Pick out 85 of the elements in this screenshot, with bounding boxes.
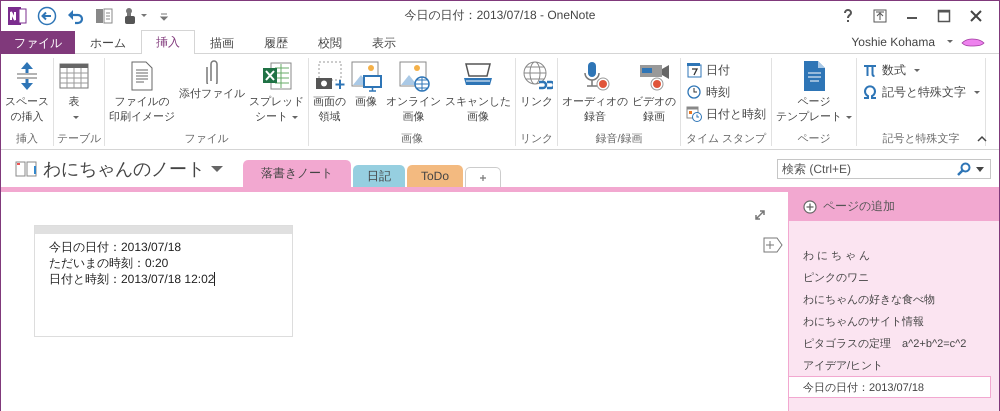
full-screen-icon[interactable] xyxy=(873,8,887,22)
ribbon-button[interactable]: オンライン 画像 xyxy=(385,58,442,131)
note-handle-bar[interactable] xyxy=(35,226,292,234)
caret-icon[interactable] xyxy=(947,40,953,43)
page-item[interactable]: わにちゃんの好きな食べ物 xyxy=(789,288,999,310)
ribbon-tab[interactable]: 挿入 xyxy=(141,30,195,54)
maximize-icon[interactable] xyxy=(937,8,951,22)
user-picture-icon[interactable] xyxy=(961,36,985,46)
ribbon-button[interactable]: 記号と特殊文字 xyxy=(860,82,982,102)
ribbon-button[interactable]: 添付ファイル xyxy=(178,58,246,131)
ribbon-button[interactable]: 日付 xyxy=(684,60,768,80)
ribbon-tab[interactable]: ホーム xyxy=(75,31,141,54)
ribbon-tab[interactable]: 描画 xyxy=(195,31,249,54)
ribbon-button[interactable]: 数式 xyxy=(860,60,982,80)
calendar-icon xyxy=(686,62,702,78)
section-tab[interactable]: 落書きノート xyxy=(243,160,351,187)
close-icon[interactable] xyxy=(969,8,983,22)
group-label: 録音/録画 xyxy=(594,132,644,146)
ribbon-button[interactable]: スキャンした 画像 xyxy=(444,58,512,131)
touch-mode-icon[interactable] xyxy=(123,6,149,24)
window-title: 今日の日付：2013/07/18 - OneNote xyxy=(404,7,596,24)
caret-icon[interactable] xyxy=(976,166,984,172)
picture-monitor-icon xyxy=(350,60,382,92)
ribbon-button[interactable]: リンク xyxy=(519,58,554,131)
onenote-logo-icon[interactable] xyxy=(7,6,27,26)
collapse-ribbon-icon[interactable] xyxy=(977,135,987,143)
notebook-icon[interactable] xyxy=(15,160,37,178)
ribbon-tab[interactable]: 履歴 xyxy=(249,31,303,54)
globe-link-icon xyxy=(520,60,552,92)
page-item[interactable]: 今日の日付：2013/07/18 xyxy=(788,376,991,398)
omega-icon xyxy=(862,84,878,100)
picture-globe-icon xyxy=(398,60,430,92)
page-item[interactable]: わ に ち ゃ ん xyxy=(789,244,999,266)
file-tab[interactable]: ファイル xyxy=(1,31,75,54)
group-label: ページ xyxy=(796,132,832,146)
section-tab[interactable]: 日記 xyxy=(353,165,405,187)
plus-circle-icon xyxy=(803,200,817,214)
group-label: 画像 xyxy=(400,132,424,146)
clock-icon xyxy=(686,84,702,100)
group-label: テーブル xyxy=(57,132,101,146)
page-item[interactable]: アイデア/ヒント xyxy=(789,354,999,376)
ribbon-tab[interactable]: 表示 xyxy=(357,31,411,54)
camera-icon xyxy=(314,60,346,92)
dock-icon[interactable] xyxy=(95,6,113,24)
spreadsheet-icon xyxy=(260,60,292,92)
add-page-button[interactable]: ページの追加 xyxy=(789,192,999,221)
back-icon[interactable] xyxy=(37,6,57,26)
section-tab[interactable]: ToDo xyxy=(407,165,464,187)
ribbon-button[interactable]: 時刻 xyxy=(684,82,768,102)
ribbon-button[interactable]: ページ テンプレート xyxy=(775,58,853,131)
group-label: 記号と特殊文字 xyxy=(882,132,960,146)
plus-icon xyxy=(480,172,486,182)
ribbon-button[interactable]: 画像 xyxy=(349,58,383,131)
caret-icon[interactable] xyxy=(211,164,223,172)
notebook-selector[interactable]: わにちゃんのノート xyxy=(43,156,205,180)
note-text[interactable]: 今日の日付：2013/07/18 xyxy=(49,239,182,255)
help-icon[interactable] xyxy=(841,8,855,22)
ribbon-button[interactable]: スプレッド シート xyxy=(248,58,305,131)
search-field[interactable]: 検索 (Ctrl+E) xyxy=(777,158,991,178)
add-page-icon[interactable] xyxy=(763,237,783,253)
ribbon-button[interactable]: ファイルの 印刷イメージ xyxy=(108,58,176,131)
note-text[interactable]: 日付と時刻：2013/07/18 12:02 xyxy=(49,271,214,287)
expand-icon[interactable] xyxy=(754,209,766,221)
ribbon-button[interactable]: 表 xyxy=(57,58,91,131)
group-label: タイム スタンプ xyxy=(684,132,768,146)
ribbon-button[interactable]: オーディオの 録音 xyxy=(561,58,629,131)
calendar-clock-icon xyxy=(686,106,702,122)
search-icon[interactable] xyxy=(957,162,971,176)
page-item[interactable]: ピタゴラスの定理 a^2+b^2=c^2 xyxy=(789,332,999,354)
note-container[interactable]: 今日の日付：2013/07/18 ただいまの時刻：0:20 日付と時刻：2013/07/18 12:02 xyxy=(34,225,293,337)
text-cursor xyxy=(214,272,216,286)
ribbon-tab[interactable]: 校閲 xyxy=(303,31,357,54)
group-label: 挿入 xyxy=(15,132,39,146)
ribbon-button[interactable]: 日付と時刻 xyxy=(684,104,768,124)
group-label: ファイル xyxy=(184,132,230,146)
page-item[interactable]: わにちゃんのサイト情報 xyxy=(789,310,999,332)
user-name[interactable]: Yoshie Kohama xyxy=(851,34,935,48)
note-text[interactable]: ただいまの時刻：0:20 xyxy=(49,255,168,271)
paperclip-icon xyxy=(206,60,218,84)
ribbon-button[interactable]: ビデオの 録画 xyxy=(631,58,677,131)
pi-icon xyxy=(862,62,878,78)
page-item[interactable]: ピンクのワニ xyxy=(789,266,999,288)
ribbon-button[interactable]: 画面の 領域 xyxy=(312,58,347,131)
ribbon-button[interactable]: スペース の挿入 xyxy=(4,58,50,131)
group-label: リンク xyxy=(519,132,554,146)
